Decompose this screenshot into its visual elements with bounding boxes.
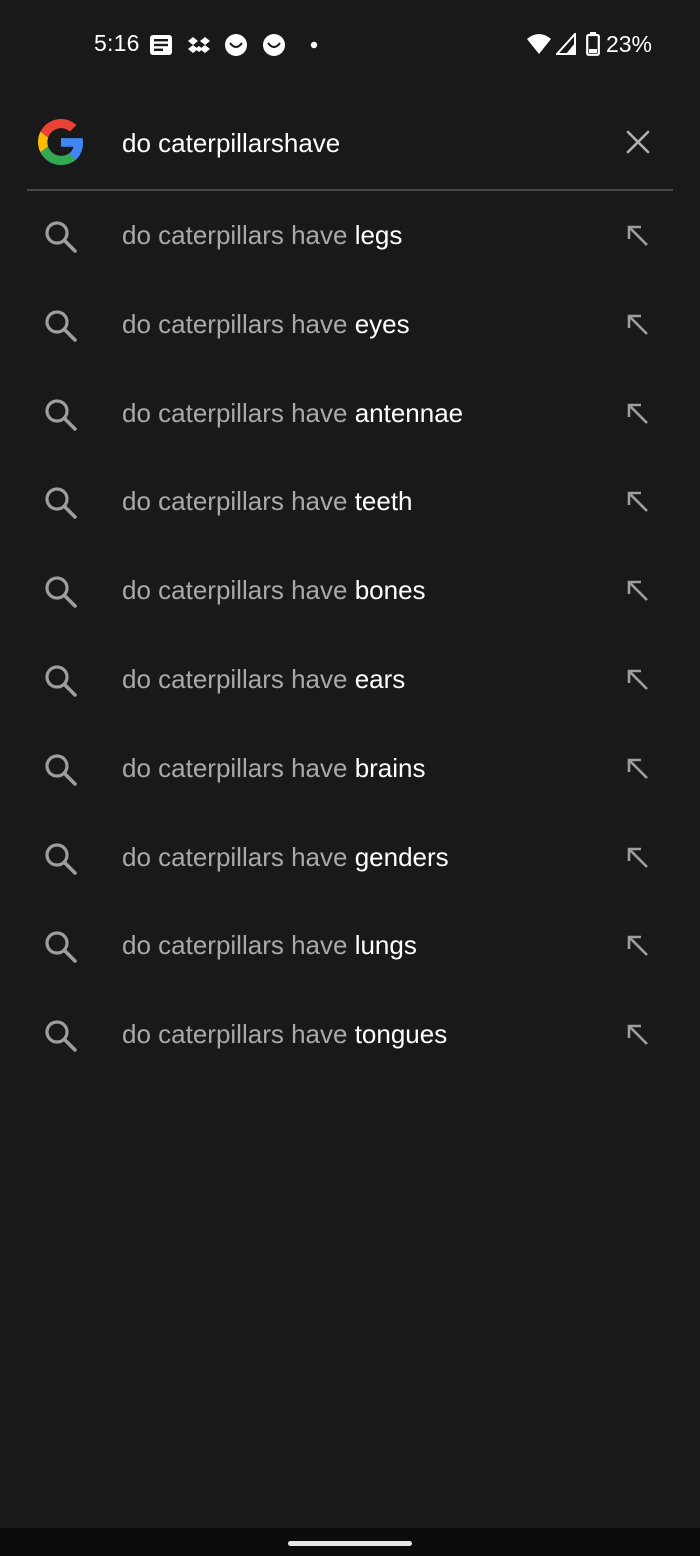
suggestion-item[interactable]: do caterpillars have genders <box>0 814 700 903</box>
status-bar: 5:16 23% <box>0 0 700 88</box>
suggestion-completion: bones <box>354 575 426 606</box>
news-icon <box>150 32 172 58</box>
home-indicator[interactable] <box>288 1541 412 1546</box>
fill-query-button[interactable] <box>618 482 658 522</box>
search-input[interactable] <box>122 126 582 160</box>
navigation-bar <box>0 1528 700 1556</box>
suggestion-label: do caterpillars have genders <box>122 842 449 873</box>
search-icon <box>44 842 78 876</box>
suggestion-label: do caterpillars have ears <box>122 664 405 695</box>
suggestion-label: do caterpillars have brains <box>122 753 426 784</box>
suggestion-item[interactable]: do caterpillars have tongues <box>0 991 700 1080</box>
fill-query-button[interactable] <box>618 838 658 878</box>
suggestion-prefix: do caterpillars have <box>122 575 355 606</box>
suggestion-completion: legs <box>354 220 403 250</box>
fill-query-button[interactable] <box>618 305 658 345</box>
suggestion-prefix: do caterpillars have <box>122 1019 355 1050</box>
dropbox-icon <box>186 32 212 58</box>
arrow-up-left-icon <box>626 579 650 603</box>
face-icon <box>262 32 286 58</box>
arrow-up-left-icon <box>626 490 650 514</box>
suggestion-item[interactable]: do caterpillars have bones <box>0 547 700 636</box>
google-logo <box>38 119 84 165</box>
suggestion-item[interactable]: do caterpillars have teeth <box>0 458 700 547</box>
signal-icon <box>555 33 576 55</box>
arrow-up-left-icon <box>626 224 650 248</box>
suggestion-completion: teeth <box>354 486 413 517</box>
suggestion-label: do caterpillars have lungs <box>122 930 417 961</box>
suggestion-completion: ears <box>354 663 406 694</box>
search-icon <box>44 575 78 609</box>
fill-query-button[interactable] <box>618 926 658 966</box>
system-icons: 23% <box>526 30 652 58</box>
search-icon <box>44 1019 78 1053</box>
notification-icons <box>150 32 318 58</box>
suggestion-prefix: do caterpillars have <box>122 308 355 339</box>
fill-query-button[interactable] <box>618 749 658 789</box>
search-icon <box>44 930 78 964</box>
suggestion-label: do caterpillars have bones <box>122 575 426 606</box>
suggestion-completion: lungs <box>354 930 417 961</box>
suggestion-completion: antennae <box>354 397 464 428</box>
suggestion-label: do caterpillars have teeth <box>122 486 413 517</box>
suggestion-completion: genders <box>354 841 449 872</box>
dot-icon <box>310 32 318 58</box>
arrow-up-left-icon <box>626 1023 650 1047</box>
suggestion-list: do caterpillars have legs do caterpillar… <box>0 192 700 1080</box>
arrow-up-left-icon <box>626 402 650 426</box>
suggestion-label: do caterpillars have eyes <box>122 309 410 340</box>
fill-query-button[interactable] <box>618 571 658 611</box>
suggestion-prefix: do caterpillars have <box>122 841 355 872</box>
suggestion-item[interactable]: do caterpillars have eyes <box>0 281 700 370</box>
clear-button[interactable] <box>616 120 660 164</box>
search-divider <box>27 189 673 191</box>
suggestion-label: do caterpillars have antennae <box>122 398 463 429</box>
arrow-up-left-icon <box>626 757 650 781</box>
fill-query-button[interactable] <box>618 660 658 700</box>
arrow-up-left-icon <box>626 934 650 958</box>
suggestion-prefix: do caterpillars have <box>122 752 355 783</box>
search-icon <box>44 309 78 343</box>
suggestion-item[interactable]: do caterpillars have ears <box>0 636 700 725</box>
wifi-icon <box>526 33 552 55</box>
battery-percent: 23% <box>605 30 652 57</box>
close-icon <box>626 130 650 154</box>
search-icon <box>44 753 78 787</box>
battery-icon <box>586 32 600 56</box>
search-bar <box>0 98 700 190</box>
fill-query-button[interactable] <box>618 1015 658 1055</box>
suggestion-prefix: do caterpillars have <box>122 220 355 250</box>
suggestion-item[interactable]: do caterpillars have antennae <box>0 370 700 459</box>
arrow-up-left-icon <box>626 313 650 337</box>
suggestion-prefix: do caterpillars have <box>122 930 355 961</box>
suggestion-completion: brains <box>354 752 426 783</box>
fill-query-button[interactable] <box>618 394 658 434</box>
search-icon <box>44 398 78 432</box>
suggestion-item[interactable]: do caterpillars have legs <box>0 192 700 281</box>
fill-query-button[interactable] <box>618 216 658 256</box>
suggestion-prefix: do caterpillars have <box>122 486 355 517</box>
search-icon <box>44 486 78 520</box>
suggestion-prefix: do caterpillars have <box>122 663 355 694</box>
arrow-up-left-icon <box>626 846 650 870</box>
search-icon <box>44 220 78 254</box>
arrow-up-left-icon <box>626 668 650 692</box>
suggestion-item[interactable]: do caterpillars have lungs <box>0 902 700 991</box>
suggestion-completion: tongues <box>354 1019 448 1050</box>
suggestion-label: do caterpillars have legs <box>122 220 402 251</box>
suggestion-prefix: do caterpillars have <box>122 397 355 428</box>
suggestion-label: do caterpillars have tongues <box>122 1019 447 1050</box>
suggestion-completion: eyes <box>354 308 410 339</box>
search-icon <box>44 664 78 698</box>
face-icon <box>224 32 248 58</box>
status-time: 5:16 <box>94 30 140 56</box>
suggestion-item[interactable]: do caterpillars have brains <box>0 725 700 814</box>
